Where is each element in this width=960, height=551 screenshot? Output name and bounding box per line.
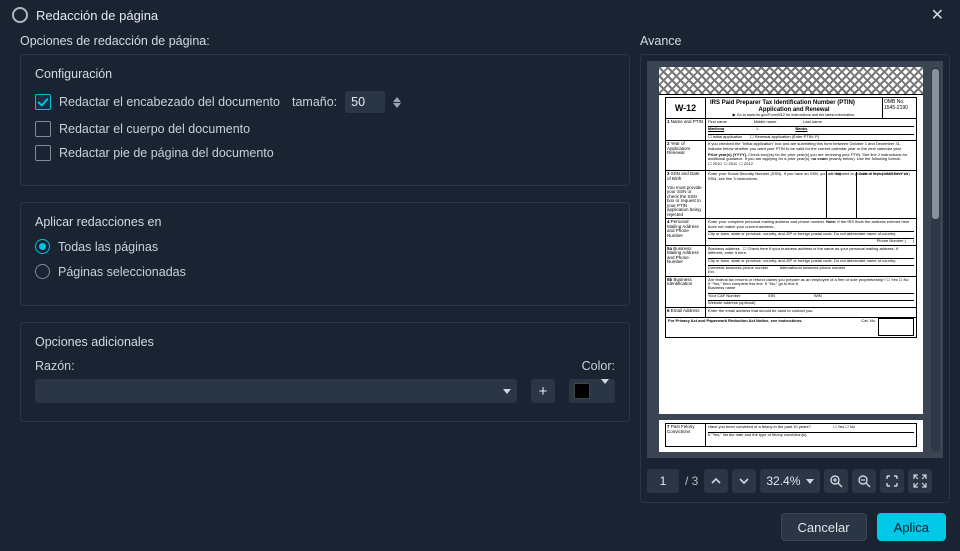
redact-footer-row[interactable]: Redactar pie de página del documento [35, 145, 615, 161]
size-input[interactable] [345, 91, 385, 113]
form-title-2: Application and Renewal [710, 107, 878, 114]
spinner-up-icon[interactable] [393, 97, 401, 102]
preview-heading: Avance [640, 34, 950, 48]
fit-width-button[interactable] [880, 469, 904, 493]
zoom-out-button[interactable] [852, 469, 876, 493]
redact-footer-checkbox[interactable] [35, 145, 51, 161]
size-label: tamaño: [292, 95, 337, 109]
chevron-down-icon [503, 389, 511, 394]
app-icon [9, 4, 32, 27]
page-prev-button[interactable] [704, 469, 728, 493]
options-panel: Opciones de redacción de página: Configu… [20, 34, 630, 503]
color-picker[interactable] [569, 379, 615, 403]
all-pages-radio[interactable] [35, 239, 50, 254]
redact-header-row[interactable]: Redactar el encabezado del documento tam… [35, 91, 615, 113]
preview-page-2[interactable]: 7 Past Felony Convictions Have you been … [659, 420, 923, 452]
selected-pages-label: Páginas seleccionadas [58, 265, 186, 279]
cancel-button[interactable]: Cancelar [781, 513, 867, 541]
form-title-1: IRS Paid Preparer Tax Identification Num… [710, 100, 878, 107]
chevron-down-icon [806, 479, 814, 484]
zoom-in-icon [829, 474, 843, 488]
form-id: W-12 [666, 98, 706, 118]
all-pages-label: Todas las páginas [58, 240, 158, 254]
reason-dropdown[interactable] [35, 379, 517, 403]
chevron-up-icon [710, 475, 722, 487]
chevron-down-icon [738, 475, 750, 487]
zoom-out-icon [857, 474, 871, 488]
preview-stage[interactable]: W-12 IRS Paid Preparer Tax Identificatio… [647, 61, 943, 458]
additional-title: Opciones adicionales [35, 335, 615, 349]
options-heading: Opciones de redacción de página: [20, 34, 630, 48]
color-label: Color: [582, 359, 615, 373]
selected-pages-row[interactable]: Páginas seleccionadas [35, 264, 615, 279]
redact-footer-label: Redactar pie de página del documento [59, 146, 274, 160]
omb-number: OMB No. 1545-2190 [882, 98, 916, 118]
color-swatch [574, 383, 590, 399]
apply-title: Aplicar redacciones en [35, 215, 615, 229]
preview-page-1[interactable]: W-12 IRS Paid Preparer Tax Identificatio… [659, 67, 923, 414]
redaction-overlay [659, 67, 923, 95]
reason-label: Razón: [35, 359, 75, 373]
page-total: / 3 [685, 474, 698, 488]
zoom-value: 32.4% [766, 474, 800, 488]
apply-group: Aplicar redacciones en Todas las páginas… [20, 202, 630, 306]
redact-header-label: Redactar el encabezado del documento [59, 95, 280, 109]
config-group: Configuración Redactar el encabezado del… [20, 54, 630, 186]
preview-toolbar: / 3 32.4% [647, 466, 943, 496]
zoom-in-button[interactable] [824, 469, 848, 493]
redact-body-row[interactable]: Redactar el cuerpo del documento [35, 121, 615, 137]
page-number-input[interactable] [647, 469, 679, 493]
all-pages-row[interactable]: Todas las páginas [35, 239, 615, 254]
spinner-down-icon[interactable] [393, 103, 401, 108]
size-spinner[interactable] [393, 97, 401, 108]
apply-button[interactable]: Aplica [877, 513, 946, 541]
page-next-button[interactable] [732, 469, 756, 493]
chevron-down-icon [601, 379, 609, 399]
zoom-dropdown[interactable]: 32.4% [760, 469, 820, 493]
redact-body-checkbox[interactable] [35, 121, 51, 137]
close-button[interactable]: ✕ [925, 3, 950, 27]
fullscreen-icon [913, 474, 927, 488]
titlebar: Redacción de página ✕ [0, 0, 960, 30]
redact-header-checkbox[interactable] [35, 94, 51, 110]
dialog-title: Redacción de página [36, 8, 158, 23]
selected-pages-radio[interactable] [35, 264, 50, 279]
add-reason-button[interactable]: + [531, 379, 555, 403]
redact-body-label: Redactar el cuerpo del documento [59, 122, 250, 136]
additional-group: Opciones adicionales Razón: Color: + [20, 322, 630, 422]
preview-panel: Avance W-12 IRS Paid Preparer Tax Identi… [640, 34, 950, 503]
scrollbar[interactable] [931, 67, 940, 452]
config-title: Configuración [35, 67, 615, 81]
dialog-footer: Cancelar Aplica [0, 503, 960, 551]
scrollbar-thumb[interactable] [932, 69, 939, 219]
fullscreen-button[interactable] [908, 469, 932, 493]
fit-width-icon [885, 474, 899, 488]
